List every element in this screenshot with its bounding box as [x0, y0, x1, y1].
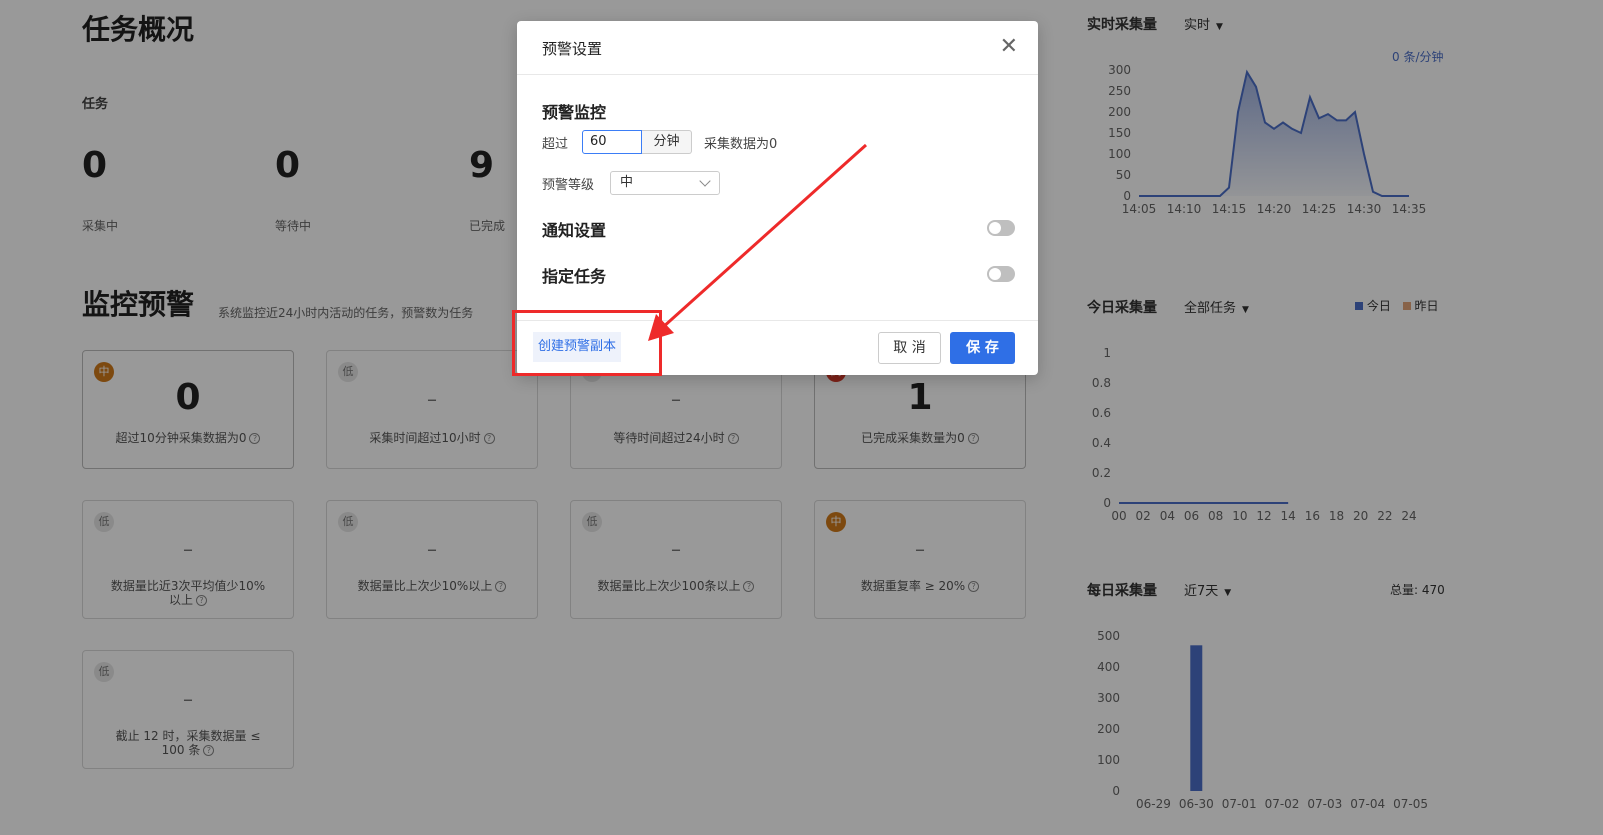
condition-label: 采集数据为0	[704, 137, 778, 152]
section-monitor-title: 预警监控	[542, 103, 607, 122]
task-toggle[interactable]	[987, 266, 1015, 282]
notify-toggle[interactable]	[987, 220, 1015, 236]
save-button[interactable]: 保 存	[950, 332, 1015, 364]
level-label: 预警等级	[542, 178, 595, 193]
section-notify-title: 通知设置	[542, 221, 607, 240]
unit-addon: 分钟	[642, 130, 692, 154]
modal-title: 预警设置	[542, 40, 603, 58]
close-icon[interactable]: ✕	[1000, 34, 1018, 59]
section-task-title: 指定任务	[542, 267, 607, 286]
level-select[interactable]: 中	[610, 171, 720, 195]
minutes-input[interactable]: 60	[582, 130, 642, 154]
exceed-label: 超过	[542, 137, 569, 152]
annotation-highlight-box	[512, 310, 662, 376]
chevron-down-icon	[699, 175, 711, 187]
modal-header: 预警设置 ✕	[517, 21, 1038, 75]
level-select-value: 中	[620, 175, 634, 190]
cancel-button[interactable]: 取 消	[878, 332, 941, 364]
